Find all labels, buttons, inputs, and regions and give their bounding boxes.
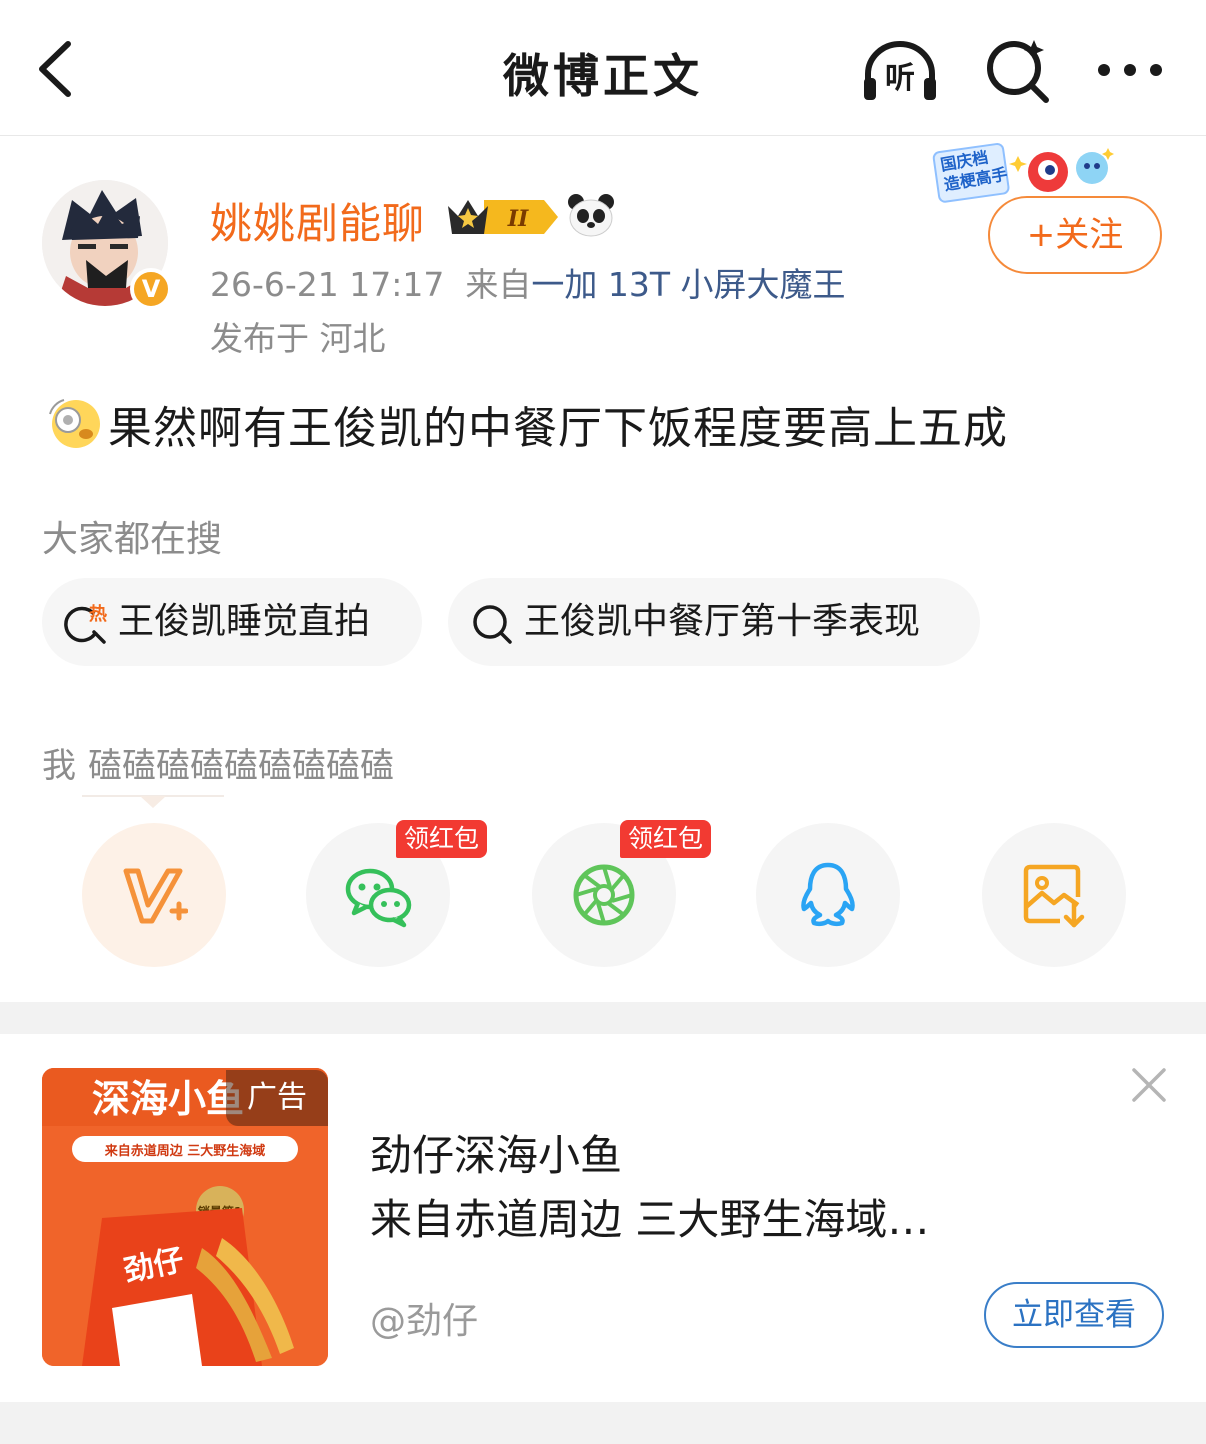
hot-search-chip[interactable]: 热 王俊凯睡觉直拍: [42, 578, 422, 666]
bottom-divider: [0, 1402, 1206, 1444]
follow-button[interactable]: +关注: [988, 196, 1162, 274]
ad-image-subtitle: 来自赤道周边 三大野生海域: [104, 1143, 266, 1159]
wechat-icon: [345, 868, 412, 928]
post-location: 发布于 河北: [210, 319, 386, 358]
weibo-v-plus-icon: [123, 868, 188, 924]
wechat-moments-icon: [573, 864, 635, 926]
more-dots-icon[interactable]: [1090, 34, 1170, 106]
search-sparkle-icon[interactable]: [980, 34, 1060, 106]
post-text: 果然啊有王俊凯的中餐厅下饭程度要高上五成: [108, 403, 1008, 454]
ad-title-line-1[interactable]: 劲仔深海小鱼: [370, 1122, 622, 1183]
red-packet-tag[interactable]: 领红包: [620, 820, 712, 858]
pointer-triangle: [140, 796, 166, 808]
post-timestamp: 26-6-21 17:17: [210, 265, 445, 304]
view-now-button[interactable]: 立即查看: [984, 1282, 1164, 1348]
verified-badge: V: [130, 268, 172, 310]
section-divider: [0, 1002, 1206, 1034]
close-icon[interactable]: [1128, 1064, 1170, 1106]
member-crown-badge-icon: II: [448, 200, 558, 234]
from-prefix: 来自: [465, 265, 532, 304]
top-nav-bar: 微博正文 听: [0, 0, 1206, 136]
red-packet-tag[interactable]: 领红包: [396, 820, 488, 858]
share-qq-button[interactable]: [756, 823, 900, 967]
my-comment-text: 磕磕磕磕磕磕磕磕磕: [88, 746, 394, 786]
me-label: 我: [42, 746, 76, 786]
search-chip-label: 王俊凯中餐厅第十季表现: [524, 601, 921, 642]
my-comment-line: 我磕磕磕磕磕磕磕磕磕: [42, 738, 406, 787]
search-icon: [473, 605, 512, 644]
hot-label: 热: [89, 603, 107, 625]
save-image-icon: [1023, 864, 1085, 928]
listen-label: 听: [885, 61, 915, 96]
share-weibo-v-button[interactable]: [82, 823, 226, 967]
level-badge-text: II: [507, 206, 529, 232]
listen-headphone-icon[interactable]: 听: [860, 34, 940, 106]
festival-badge[interactable]: 国庆档 造梗高手: [930, 142, 1120, 204]
qq-penguin-icon: [801, 862, 855, 927]
author-name[interactable]: 姚姚剧能聊: [210, 190, 425, 251]
hot-search-icon: 热: [64, 603, 107, 644]
panda-icon: [568, 194, 614, 237]
ad-account-name[interactable]: @劲仔: [370, 1292, 478, 1344]
ad-label-tag: 广告: [226, 1070, 328, 1126]
post-source-device[interactable]: 一加 13T 小屏大魔王: [531, 265, 845, 304]
search-chip-label: 王俊凯睡觉直拍: [118, 601, 371, 642]
save-image-button[interactable]: [982, 823, 1126, 967]
search-section-title: 大家都在搜: [42, 519, 223, 560]
post-meta-line: 26-6-21 17:17 来自一加 13T 小屏大魔王: [210, 258, 846, 306]
search-chip[interactable]: 王俊凯中餐厅第十季表现: [448, 578, 980, 666]
ad-title-line-2[interactable]: 来自赤道周边 三大野生海域…: [370, 1186, 929, 1247]
ad-image-title: 深海小鱼: [92, 1077, 244, 1121]
dizzy-face-emoji-icon: [49, 399, 100, 448]
